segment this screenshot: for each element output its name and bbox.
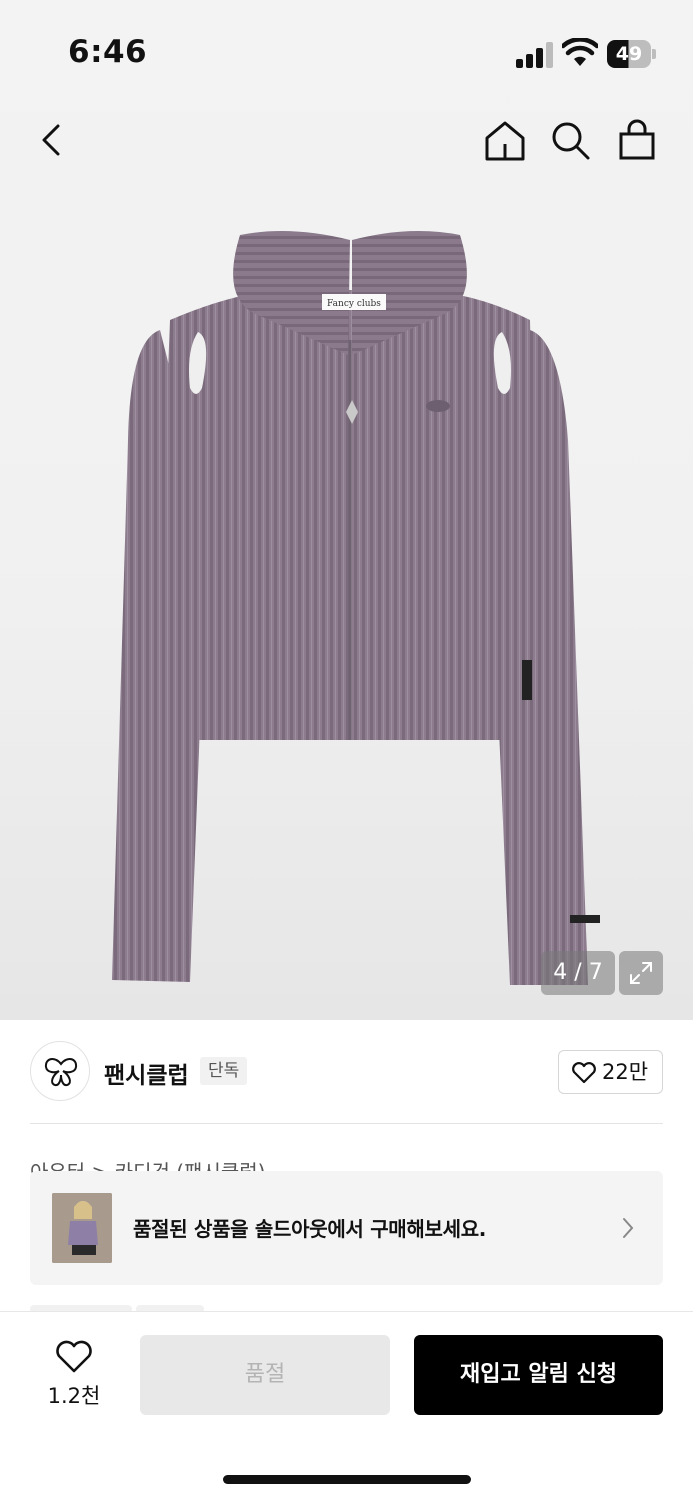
wishlist-button[interactable]: 1.2천 — [40, 1340, 108, 1410]
expand-image-button[interactable] — [619, 951, 663, 995]
wifi-icon — [562, 38, 598, 66]
battery-level: 49 — [615, 43, 643, 65]
soldout-button: 품절 — [140, 1335, 390, 1415]
status-bar: 6:46 49 — [0, 0, 693, 100]
product-image-area[interactable]: 6:46 49 Fancy clubs 4 / 7 — [0, 0, 693, 1020]
cellular-signal-icon — [516, 42, 556, 68]
brand-like-count: 22만 — [602, 1060, 649, 1084]
chevron-left-icon — [42, 124, 60, 156]
heart-icon — [56, 1340, 92, 1373]
search-button[interactable] — [548, 118, 594, 164]
bottom-action-bar: 1.2천 품절 재입고 알림 신청 — [0, 1311, 693, 1500]
search-icon — [552, 122, 590, 160]
soldout-banner[interactable]: 품절된 상품을 솔드아웃에서 구매해보세요. — [30, 1171, 663, 1285]
back-button[interactable] — [30, 118, 74, 162]
exclusive-badge: 단독 — [200, 1057, 248, 1085]
restock-alert-button[interactable]: 재입고 알림 신청 — [414, 1335, 663, 1415]
divider — [30, 1123, 663, 1124]
image-counter: 4 / 7 — [541, 951, 615, 995]
shopping-bag-button[interactable] — [614, 118, 660, 164]
battery-icon: 49 — [607, 40, 656, 68]
brand-butterfly-logo-icon — [44, 1058, 78, 1087]
home-icon — [485, 121, 525, 161]
expand-icon — [630, 962, 652, 984]
home-indicator[interactable] — [223, 1475, 471, 1484]
brand-like-button[interactable]: 22만 — [558, 1050, 663, 1094]
wishlist-count: 1.2천 — [47, 1384, 101, 1408]
soldout-banner-text: 품절된 상품을 솔드아웃에서 구매해보세요. — [133, 1217, 487, 1241]
shopping-bag-icon — [619, 119, 655, 160]
product-photo: Fancy clubs — [112, 231, 600, 985]
home-button[interactable] — [482, 118, 528, 164]
brand-row: 팬시클럽 단독 22만 — [30, 1040, 663, 1102]
chevron-right-icon — [623, 1218, 634, 1238]
clothing-label-text: Fancy clubs — [327, 299, 381, 309]
status-time: 6:46 — [68, 34, 148, 70]
brand-name[interactable]: 팬시클럽 — [104, 1056, 189, 1090]
brand-logo[interactable] — [30, 1041, 90, 1101]
banner-thumbnail — [52, 1193, 112, 1263]
heart-icon — [572, 1062, 596, 1084]
